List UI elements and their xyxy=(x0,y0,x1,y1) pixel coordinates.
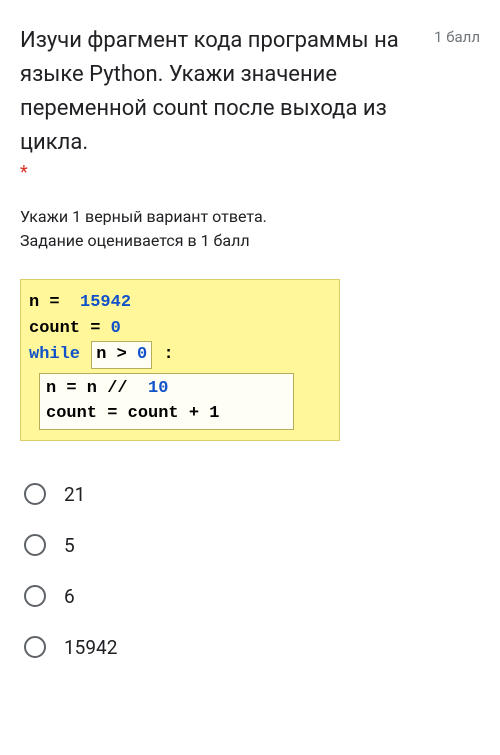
code-inner-block: n = n // 10 count = count + 1 xyxy=(39,373,294,430)
options-list: 21 5 6 15942 xyxy=(20,469,480,673)
radio-icon xyxy=(24,585,46,607)
code-text: count = count + 1 xyxy=(46,404,219,423)
code-colon: : xyxy=(163,345,173,364)
points-label: 1 балл xyxy=(434,28,480,46)
code-inner-2: count = count + 1 xyxy=(46,401,287,427)
code-inner-1: n = n // 10 xyxy=(46,376,287,402)
question-title-wrap: Изучи фрагмент кода программы на языке P… xyxy=(20,24,418,183)
code-line-3: while n > 0 : xyxy=(29,341,331,369)
option-label: 15942 xyxy=(64,636,117,659)
option-label: 5 xyxy=(64,534,75,557)
question-header: Изучи фрагмент кода программы на языке P… xyxy=(20,24,480,183)
code-num: 0 xyxy=(127,345,147,364)
code-eq: = xyxy=(39,293,70,312)
code-op: > xyxy=(117,345,127,364)
option-label: 6 xyxy=(64,585,75,608)
code-text: n = n // xyxy=(46,379,138,398)
code-num: 0 xyxy=(111,319,121,338)
code-block: n = 15942 count = 0 while n > 0 : n = n … xyxy=(20,279,340,441)
radio-icon xyxy=(24,483,46,505)
option-label: 21 xyxy=(64,483,85,506)
code-num: 15942 xyxy=(70,293,131,312)
option-2[interactable]: 6 xyxy=(20,571,480,622)
option-0[interactable]: 21 xyxy=(20,469,480,520)
question-title: Изучи фрагмент кода программы на языке P… xyxy=(20,24,418,160)
code-line-1: n = 15942 xyxy=(29,290,331,316)
radio-icon xyxy=(24,636,46,658)
radio-icon xyxy=(24,534,46,556)
code-line-2: count = 0 xyxy=(29,316,331,342)
required-mark: * xyxy=(20,162,418,183)
code-keyword: while xyxy=(29,345,80,364)
option-1[interactable]: 5 xyxy=(20,520,480,571)
code-var: count xyxy=(29,319,80,338)
question-hint: Укажи 1 верный вариант ответа. Задание о… xyxy=(20,205,480,253)
code-var: n xyxy=(96,345,116,364)
code-var: n xyxy=(29,293,39,312)
hint-line-1: Укажи 1 верный вариант ответа. xyxy=(20,205,480,229)
option-3[interactable]: 15942 xyxy=(20,622,480,673)
code-eq: = xyxy=(80,319,111,338)
code-cond-box: n > 0 xyxy=(91,341,152,369)
hint-line-2: Задание оценивается в 1 балл xyxy=(20,229,480,253)
code-num: 10 xyxy=(138,379,169,398)
